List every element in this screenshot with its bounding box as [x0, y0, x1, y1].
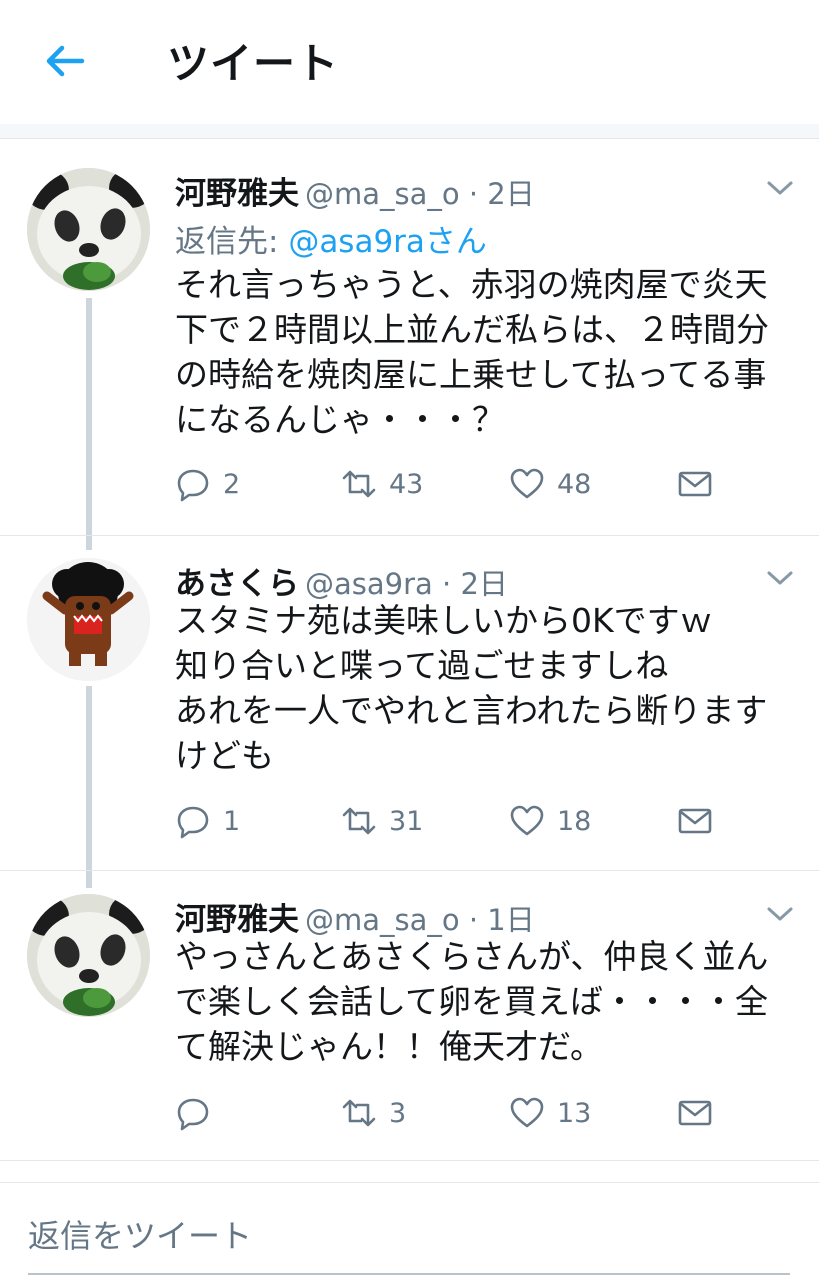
tweet-text: スタミナ苑は美味しいから0Kですｗ 知り合いと喋って過ごせますしね あれを一人で…	[175, 601, 768, 775]
tweet-header: あさくら @asa9ra · 2日	[175, 558, 508, 602]
display-name[interactable]: 河野雅夫	[175, 176, 299, 212]
heart-icon	[510, 1097, 544, 1128]
heart-icon	[510, 805, 544, 836]
like-button[interactable]: 48	[509, 464, 591, 504]
like-count: 13	[557, 1097, 592, 1129]
reply-icon	[177, 806, 209, 839]
chevron-down-icon[interactable]	[766, 568, 794, 588]
retweet-button[interactable]: 31	[341, 801, 423, 841]
reply-button[interactable]: 1	[175, 801, 240, 841]
reply-button[interactable]	[175, 1093, 223, 1133]
like-button[interactable]: 13	[509, 1093, 591, 1133]
tweet-3[interactable]: 河野雅夫 @ma_sa_o · 1日 やっさんとあさくらさんが、仲良く並ん で楽し…	[0, 894, 819, 1144]
tweet-2[interactable]: あさくら @asa9ra · 2日 スタミナ苑は美味しいから0Kですｗ 知り合いと…	[0, 558, 819, 858]
panda-avatar[interactable]	[27, 894, 150, 1017]
page-title: ツイート	[167, 39, 340, 88]
heart-icon	[510, 468, 544, 499]
retweet-button[interactable]: 43	[341, 464, 423, 504]
chevron-down-icon[interactable]	[766, 178, 794, 198]
retweet-icon	[342, 1099, 376, 1127]
reply-count: 2	[223, 468, 241, 500]
divider	[0, 870, 819, 871]
tweet-1[interactable]: 河野雅夫 @ma_sa_o · 2日 返信先: @asa9raさん それ言っちゃう…	[0, 168, 819, 508]
panda-avatar[interactable]	[27, 168, 150, 291]
divider	[0, 1160, 819, 1161]
retweet-count: 3	[389, 1097, 407, 1129]
tweet-actions: 3 13	[175, 1093, 735, 1133]
reply-button[interactable]: 2	[175, 464, 240, 504]
handle-time: @ma_sa_o · 2日	[305, 177, 535, 211]
reply-count: 1	[223, 805, 241, 837]
reply-to: 返信先: @asa9raさん	[175, 216, 487, 261]
retweet-icon	[342, 470, 376, 498]
back-arrow-icon[interactable]	[42, 38, 88, 84]
direct-message-button[interactable]	[677, 464, 713, 504]
envelope-icon	[678, 1100, 712, 1126]
display-name[interactable]: 河野雅夫	[175, 902, 299, 938]
handle-time: @asa9ra · 2日	[305, 567, 508, 601]
like-button[interactable]: 18	[509, 801, 591, 841]
reply-icon	[177, 1098, 209, 1131]
direct-message-button[interactable]	[677, 1093, 713, 1133]
header-divider	[0, 124, 819, 139]
tweet-header: 河野雅夫 @ma_sa_o · 2日	[175, 168, 535, 212]
retweet-count: 43	[389, 468, 424, 500]
reply-composer: 返信をツイート	[0, 1182, 819, 1281]
divider	[0, 535, 819, 536]
reply-to-label: 返信先:	[175, 224, 289, 260]
like-count: 48	[557, 468, 592, 500]
mention-link[interactable]: @asa9raさん	[288, 224, 487, 260]
tweet-text: やっさんとあさくらさんが、仲良く並ん で楽しく会話して卵を買えば・・・・全 て解…	[175, 937, 769, 1066]
handle-time: @ma_sa_o · 1日	[305, 903, 535, 937]
retweet-button[interactable]: 3	[341, 1093, 406, 1133]
top-bar: ツイート	[0, 0, 819, 125]
tweet-header: 河野雅夫 @ma_sa_o · 1日	[175, 894, 535, 938]
tweet-actions: 2 43 48	[175, 464, 735, 504]
chevron-down-icon[interactable]	[766, 904, 794, 924]
like-count: 18	[557, 805, 592, 837]
display-name[interactable]: あさくら	[175, 566, 299, 602]
direct-message-button[interactable]	[677, 801, 713, 841]
envelope-icon	[678, 471, 712, 497]
tweet-text: それ言っちゃうと、赤羽の焼肉屋で炎天 下で２時間以上並んだ私らは、２時間分 の時…	[175, 265, 769, 439]
domo-avatar[interactable]	[27, 558, 150, 681]
envelope-icon	[678, 808, 712, 834]
retweet-count: 31	[389, 805, 424, 837]
reply-icon	[177, 469, 209, 502]
reply-input[interactable]: 返信をツイート	[28, 1211, 790, 1275]
retweet-icon	[342, 807, 376, 835]
tweet-actions: 1 31 18	[175, 801, 735, 841]
